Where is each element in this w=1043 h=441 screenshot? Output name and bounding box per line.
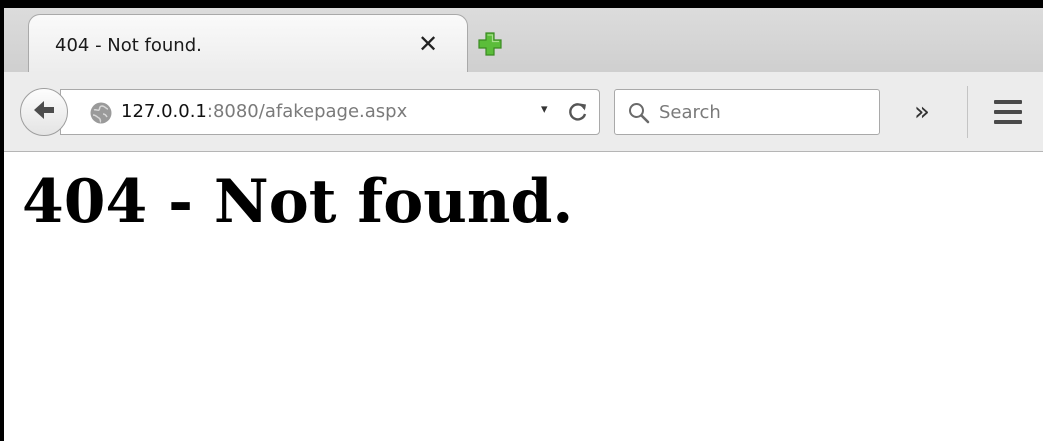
search-icon: [627, 101, 651, 125]
globe-icon: [89, 101, 113, 125]
tab-active[interactable]: 404 - Not found. ✕: [28, 14, 468, 74]
back-arrow-icon: [30, 96, 58, 128]
search-input[interactable]: [659, 98, 869, 126]
window-frame-top: [0, 0, 1043, 8]
toolbar-overflow-chevron-icon[interactable]: »: [902, 94, 942, 130]
page-content: 404 - Not found.: [4, 152, 1043, 441]
url-path: :8080/afakepage.aspx: [206, 101, 408, 122]
url-bar[interactable]: 127.0.0.1:8080/afakepage.aspx ▾: [60, 89, 600, 135]
new-tab-plus-icon[interactable]: [476, 30, 504, 58]
back-button[interactable]: [20, 88, 68, 136]
url-text[interactable]: 127.0.0.1:8080/afakepage.aspx: [121, 101, 407, 122]
url-history-dropdown-icon[interactable]: ▾: [541, 102, 548, 117]
page-heading: 404 - Not found.: [22, 167, 574, 237]
navigation-toolbar: 127.0.0.1:8080/afakepage.aspx ▾ »: [4, 72, 1043, 152]
search-box[interactable]: [614, 89, 880, 135]
tab-title: 404 - Not found.: [55, 35, 202, 56]
url-host: 127.0.0.1: [121, 101, 207, 122]
toolbar-divider: [967, 86, 968, 138]
tab-close-icon[interactable]: ✕: [413, 29, 443, 59]
reload-icon[interactable]: [565, 99, 591, 125]
hamburger-menu-icon[interactable]: [988, 96, 1028, 128]
tab-strip: 404 - Not found. ✕: [4, 8, 1043, 74]
